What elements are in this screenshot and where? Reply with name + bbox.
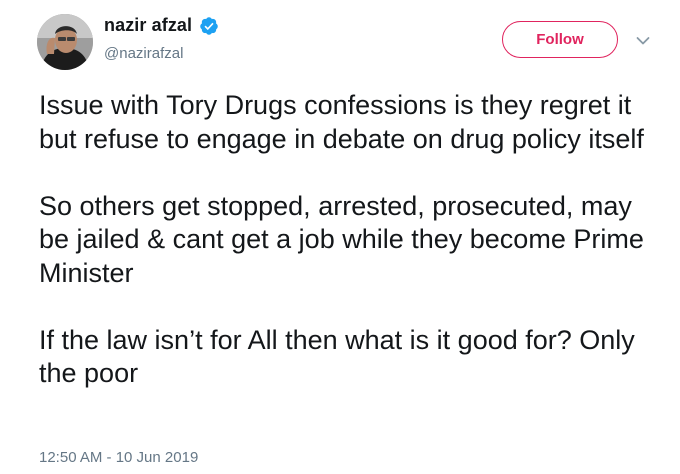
tweet-text: Issue with Tory Drugs confessions is the… — [39, 89, 664, 391]
chevron-down-icon[interactable] — [636, 36, 650, 46]
avatar[interactable] — [37, 14, 93, 70]
tweet-paragraph: So others get stopped, arrested, prosecu… — [39, 190, 644, 288]
tweet-paragraph: Issue with Tory Drugs confessions is the… — [39, 90, 644, 154]
tweet-timestamp[interactable]: 12:50 AM - 10 Jun 2019 — [39, 449, 198, 466]
profile-photo-icon — [37, 14, 93, 70]
verified-badge-icon — [200, 16, 218, 35]
follow-button[interactable]: Follow — [502, 21, 618, 58]
tweet-paragraph: If the law isn’t for All then what is it… — [39, 324, 635, 389]
author-handle[interactable]: @nazirafzal — [104, 45, 183, 62]
tweet-card: nazir afzal @nazirafzal Follow Issue wit… — [0, 0, 680, 474]
author-name-row: nazir afzal — [104, 15, 219, 36]
author-display-name[interactable]: nazir afzal — [104, 15, 192, 36]
